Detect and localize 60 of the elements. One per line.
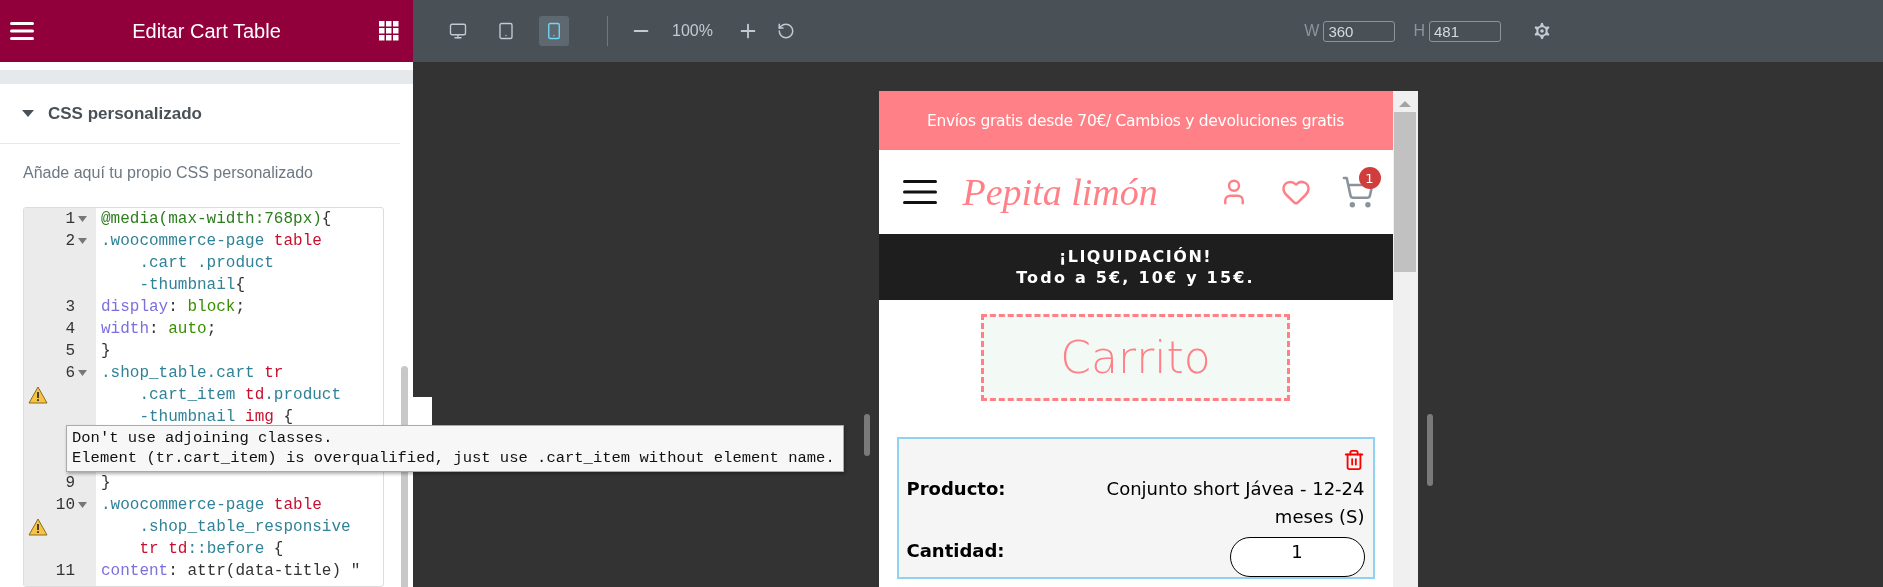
- line-number: 1: [64, 209, 76, 230]
- fold-caret-icon[interactable]: [78, 216, 87, 222]
- code-line: display: block;: [101, 297, 247, 318]
- cart-count-badge: 1: [1358, 167, 1381, 189]
- line-number: 11: [54, 561, 76, 582]
- settings-icon[interactable]: [1531, 20, 1553, 42]
- code-line: }: [101, 473, 112, 494]
- resize-handle[interactable]: [863, 414, 870, 456]
- code-line: .woocommerce-page table: [101, 231, 323, 252]
- line-number: 10: [54, 495, 76, 516]
- announcement-text: Envíos gratis desde 70€/ Cambios y devoluciones gratis: [926, 111, 1345, 130]
- panel-title: Editar Cart Table: [132, 19, 281, 43]
- fold-caret-icon[interactable]: [78, 502, 87, 508]
- line-number: 4: [64, 319, 76, 340]
- warning-icon: [28, 386, 48, 404]
- fold-caret-icon[interactable]: [78, 238, 87, 244]
- code-line: tr td::before {: [138, 539, 285, 560]
- resize-handle[interactable]: [1426, 414, 1433, 486]
- field-label: Cantidad:: [906, 539, 1005, 563]
- warning-icon: [28, 518, 48, 536]
- code-line: -thumbnail{: [138, 275, 247, 296]
- line-number: 6: [64, 363, 76, 384]
- menu-icon[interactable]: [902, 179, 937, 205]
- height-field[interactable]: 481: [1429, 20, 1501, 42]
- code-line: .shop_table_responsive: [138, 517, 352, 538]
- code-line: content: attr(data-title) ": [101, 561, 362, 582]
- width-field[interactable]: 360: [1323, 20, 1396, 42]
- mobile-icon[interactable]: [539, 16, 569, 46]
- menu-icon[interactable]: [10, 21, 34, 41]
- code-line: .cart .product: [138, 253, 275, 274]
- trash-icon[interactable]: [1342, 449, 1365, 471]
- cart-icon[interactable]: [1340, 175, 1375, 209]
- line-number: 3: [64, 297, 76, 318]
- code-line: .shop_table.cart tr: [101, 363, 285, 384]
- code-line: .cart_item td.product: [138, 385, 343, 406]
- reset-icon[interactable]: [776, 22, 795, 40]
- code-line: width: auto;: [101, 319, 218, 340]
- line-number: 2: [64, 231, 76, 252]
- fold-caret-icon[interactable]: [78, 370, 87, 376]
- zoom-level: 100%: [672, 22, 713, 40]
- code-line: }: [101, 341, 112, 362]
- grid-icon[interactable]: [379, 21, 399, 41]
- width-label: W: [1304, 22, 1320, 40]
- panel-toggle-handle[interactable]: [413, 397, 432, 427]
- promo-text: ¡LIQUIDACIÓN!: [1058, 247, 1213, 266]
- page-title: Carrito: [981, 314, 1290, 401]
- quantity-field[interactable]: 1: [1229, 537, 1365, 577]
- line-number: 5: [64, 341, 76, 362]
- product-name: Conjunto short Jávea - 12-24 meses (S): [1105, 477, 1365, 529]
- code-line: @media(max-width:768px){: [101, 209, 333, 230]
- field-label: Producto:: [906, 477, 1006, 501]
- height-label: H: [1413, 22, 1425, 40]
- code-line: -thumbnail img {: [138, 407, 295, 428]
- caret-icon: [22, 110, 34, 117]
- line-number: 9: [64, 473, 76, 494]
- promo-text: Todo a 5€, 10€ y 15€.: [1016, 268, 1255, 287]
- code-line: .woocommerce-page table: [101, 495, 323, 516]
- scrollbar-thumb[interactable]: [1394, 112, 1416, 272]
- description-text: Añade aquí tu propio CSS personalizado: [23, 164, 313, 181]
- lint-tooltip: Don't use adjoining classes. Element (tr.cart_item) is overqualified, just use .cart_item without element name.: [66, 425, 844, 472]
